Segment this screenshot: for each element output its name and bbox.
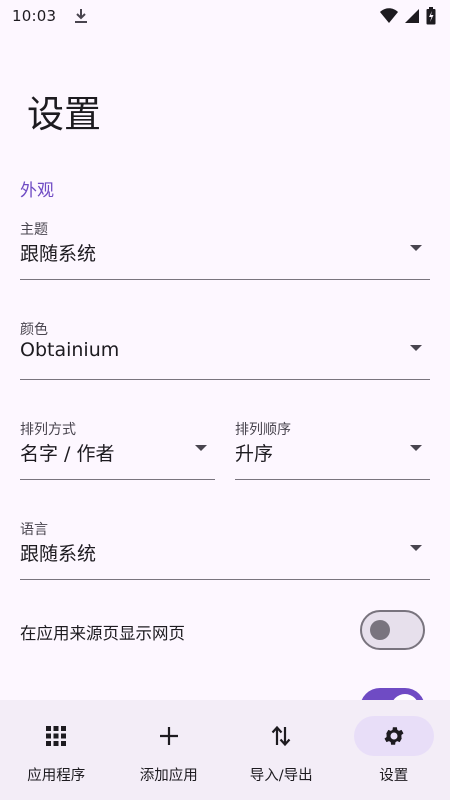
nav-item-settings[interactable]: 设置 [338,700,450,800]
status-time: 10:03 [12,7,57,25]
language-value: 跟随系统 [20,543,97,565]
nav-item-apps[interactable]: 应用程序 [0,700,113,800]
toggle-thumb [370,620,390,640]
theme-label: 主题 [20,222,48,238]
sort-order-value: 升序 [235,443,274,465]
status-bar: 10:03 [0,0,450,32]
page-title: 设置 [27,93,101,136]
import-export-icon [269,724,293,748]
nav-item-add-app[interactable]: 添加应用 [113,700,226,800]
color-value: Obtainium [20,339,120,361]
download-icon [74,8,88,24]
nav-item-import-export[interactable]: 导入/导出 [225,700,338,800]
theme-dropdown[interactable]: 主题 跟随系统 [20,219,430,280]
dropdown-arrow-icon [410,545,422,551]
dropdown-arrow-icon [410,345,422,351]
nav-label-settings: 设置 [379,768,409,784]
bottom-navigation: 应用程序 添加应用 导入/导出 设置 [0,700,450,800]
dropdown-arrow-icon [195,445,207,451]
show-webpage-toggle-label: 在应用来源页显示网页 [20,624,185,643]
color-label: 颜色 [20,322,48,338]
section-header-appearance: 外观 [20,181,54,201]
sort-by-dropdown[interactable]: 排列方式 名字 / 作者 [20,419,215,480]
sort-order-label: 排列顺序 [235,422,291,438]
show-webpage-toggle[interactable] [360,610,425,650]
nav-label-add-app: 添加应用 [139,768,198,784]
nav-label-apps: 应用程序 [27,768,86,784]
wifi-icon [380,8,398,24]
apps-grid-icon [44,724,68,748]
nav-label-import-export: 导入/导出 [249,768,313,784]
dropdown-arrow-icon [410,445,422,451]
color-dropdown[interactable]: 颜色 Obtainium [20,319,430,380]
add-icon [157,724,181,748]
cell-signal-icon [404,8,420,24]
dropdown-arrow-icon [410,245,422,251]
sort-by-label: 排列方式 [20,422,76,438]
settings-gear-icon [382,724,406,748]
sort-by-value: 名字 / 作者 [20,443,115,465]
sort-order-dropdown[interactable]: 排列顺序 升序 [235,419,430,480]
battery-charging-icon [426,7,436,25]
language-label: 语言 [20,522,48,538]
theme-value: 跟随系统 [20,243,97,265]
language-dropdown[interactable]: 语言 跟随系统 [20,519,430,580]
